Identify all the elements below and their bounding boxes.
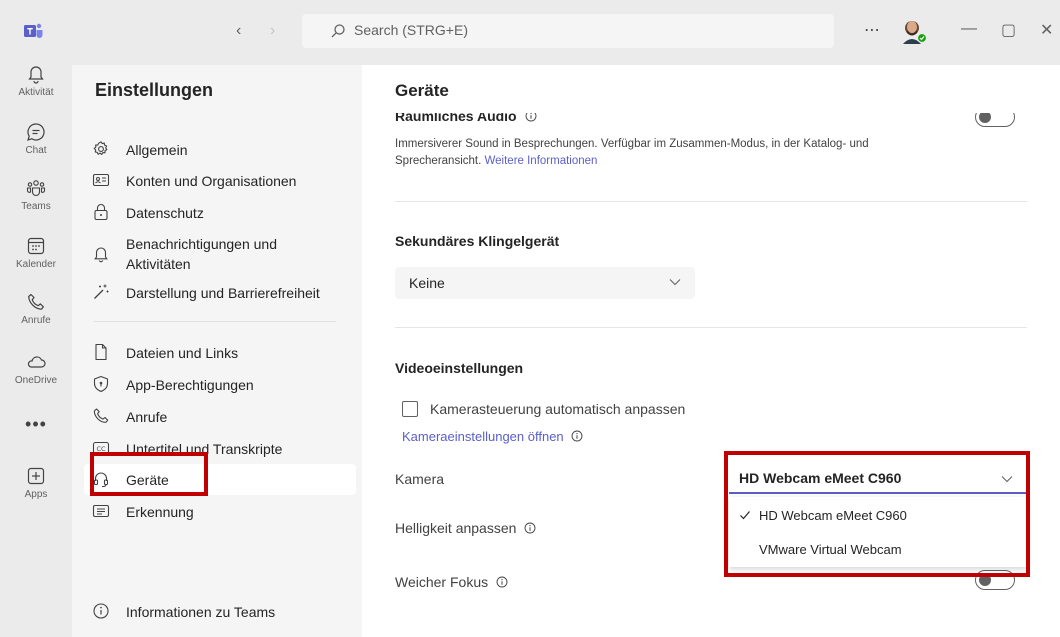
search-placeholder: Search (STRG+E)	[354, 22, 468, 38]
close-button[interactable]: ✕	[1040, 20, 1053, 40]
more-info-link[interactable]: Weitere Informationen	[485, 155, 598, 167]
rail-item-teams[interactable]: Teams	[0, 178, 72, 212]
avatar[interactable]	[901, 18, 927, 44]
auto-camera-checkbox[interactable]	[402, 401, 418, 417]
rail-item-more[interactable]: •••	[0, 414, 72, 435]
soft-focus-label: Weicher Fokus	[395, 574, 489, 590]
rail-label: Teams	[21, 201, 51, 212]
nav-item-appearance[interactable]: Darstellung und Barrierefreiheit	[92, 283, 357, 303]
info-icon[interactable]	[524, 522, 536, 534]
minimize-button[interactable]: —	[961, 20, 977, 38]
open-camera-settings-link[interactable]: Kameraeinstellungen öffnen	[402, 429, 564, 444]
more-icon: •••	[25, 414, 47, 434]
chevron-down-icon	[669, 279, 681, 286]
page-title: Geräte	[395, 81, 449, 100]
shield-icon	[93, 375, 109, 393]
nav-item-accounts[interactable]: Konten und Organisationen	[92, 171, 357, 191]
nav-item-label: Erkennung	[126, 504, 194, 520]
calendar-icon	[27, 237, 45, 255]
nav-item-label: Konten und Organisationen	[126, 173, 297, 189]
rail-item-chat[interactable]: Chat	[0, 122, 72, 156]
nav-divider	[94, 321, 336, 322]
teams-icon	[26, 180, 46, 197]
highlight-box-devices	[90, 452, 208, 496]
phone-icon	[28, 293, 44, 310]
rail-item-apps[interactable]: Apps	[0, 466, 72, 500]
search-icon	[331, 24, 345, 38]
nav-item-calls[interactable]: Anrufe	[92, 407, 357, 427]
nav-item-notifications[interactable]: Benachrichtigungen und Aktivitäten	[92, 234, 357, 274]
app-rail: Aktivität Chat Teams Kalender Anrufe One…	[0, 62, 72, 637]
spatial-audio-description-text: Immersiverer Sound in Besprechungen. Ver…	[395, 138, 869, 167]
nav-item-general[interactable]: Allgemein	[92, 140, 357, 160]
auto-camera-label: Kamerasteuerung automatisch anpassen	[430, 401, 686, 417]
open-camera-settings-row: Kameraeinstellungen öffnen	[402, 429, 583, 444]
nav-item-label: Benachrichtigungen und Aktivitäten	[126, 236, 278, 272]
nav-item-label: Dateien und Links	[126, 345, 239, 361]
phone-icon	[93, 408, 109, 423]
recognition-icon	[92, 504, 110, 518]
rail-label: Chat	[25, 145, 47, 156]
info-icon	[93, 603, 109, 619]
gear-icon	[93, 141, 108, 155]
brightness-label: Helligkeit anpassen	[395, 520, 517, 536]
rail-label: Aktivität	[18, 87, 54, 98]
spatial-audio-heading: Räumliches Audio	[395, 113, 537, 124]
rail-label: Kalender	[15, 259, 57, 270]
lock-icon	[94, 203, 108, 221]
back-arrow-icon[interactable]: ‹	[236, 22, 241, 40]
nav-item-label: Anrufe	[126, 409, 168, 425]
nav-item-about[interactable]: Informationen zu Teams	[92, 602, 357, 622]
sidebar-title: Einstellungen	[95, 80, 214, 100]
section-divider	[395, 327, 1027, 328]
nav-item-app-permissions[interactable]: App-Berechtigungen	[92, 375, 357, 395]
chat-icon	[27, 123, 45, 141]
rail-item-calendar[interactable]: Kalender	[0, 236, 72, 270]
magic-wand-icon	[94, 284, 109, 299]
section-divider	[395, 201, 1027, 202]
contact-card-icon	[92, 173, 110, 187]
rail-label: Anrufe	[21, 315, 51, 326]
rail-label: OneDrive	[14, 375, 58, 386]
forward-arrow-icon[interactable]: ›	[270, 22, 275, 40]
info-icon[interactable]	[571, 430, 583, 442]
info-icon[interactable]	[525, 113, 537, 122]
apps-icon	[27, 467, 45, 485]
cloud-icon	[27, 356, 46, 368]
highlight-box-camera	[724, 451, 1030, 577]
document-icon	[95, 343, 107, 361]
spatial-audio-heading-text: Räumliches Audio	[395, 113, 517, 124]
nav-item-label: Datenschutz	[126, 205, 204, 221]
nav-item-files[interactable]: Dateien und Links	[92, 343, 357, 363]
brightness-label-row: Helligkeit anpassen	[395, 520, 536, 536]
rail-item-onedrive[interactable]: OneDrive	[0, 352, 72, 386]
nav-item-privacy[interactable]: Datenschutz	[92, 203, 357, 223]
secondary-ringer-value: Keine	[409, 275, 445, 291]
teams-logo-icon[interactable]	[24, 22, 44, 40]
secondary-ringer-heading: Sekundäres Klingelgerät	[395, 233, 560, 249]
bell-icon	[94, 247, 108, 263]
soft-focus-label-row: Weicher Fokus	[395, 574, 508, 590]
maximize-button[interactable]: ▢	[1001, 20, 1016, 40]
nav-item-label: Informationen zu Teams	[126, 604, 276, 620]
info-icon[interactable]	[496, 576, 508, 588]
settings-sidebar: Einstellungen Allgemein Konten und Organ…	[72, 65, 362, 637]
bell-icon	[28, 66, 44, 84]
toggle-knob	[979, 113, 991, 123]
nav-item-label: Darstellung und Barrierefreiheit	[126, 285, 320, 301]
nav-item-label: Allgemein	[126, 142, 188, 158]
rail-label: Apps	[24, 489, 48, 500]
secondary-ringer-select[interactable]: Keine	[395, 267, 695, 299]
nav-item-recognition[interactable]: Erkennung	[92, 502, 357, 522]
camera-label: Kamera	[395, 471, 445, 487]
rail-item-activity[interactable]: Aktivität	[0, 64, 72, 98]
spatial-audio-toggle[interactable]	[975, 113, 1015, 127]
rail-item-calls[interactable]: Anrufe	[0, 292, 72, 326]
spatial-audio-description: Immersiverer Sound in Besprechungen. Ver…	[395, 136, 955, 170]
more-options-button[interactable]: ⋯	[864, 20, 881, 40]
video-settings-heading: Videoeinstellungen	[395, 360, 524, 376]
nav-item-label: App-Berechtigungen	[126, 377, 254, 393]
